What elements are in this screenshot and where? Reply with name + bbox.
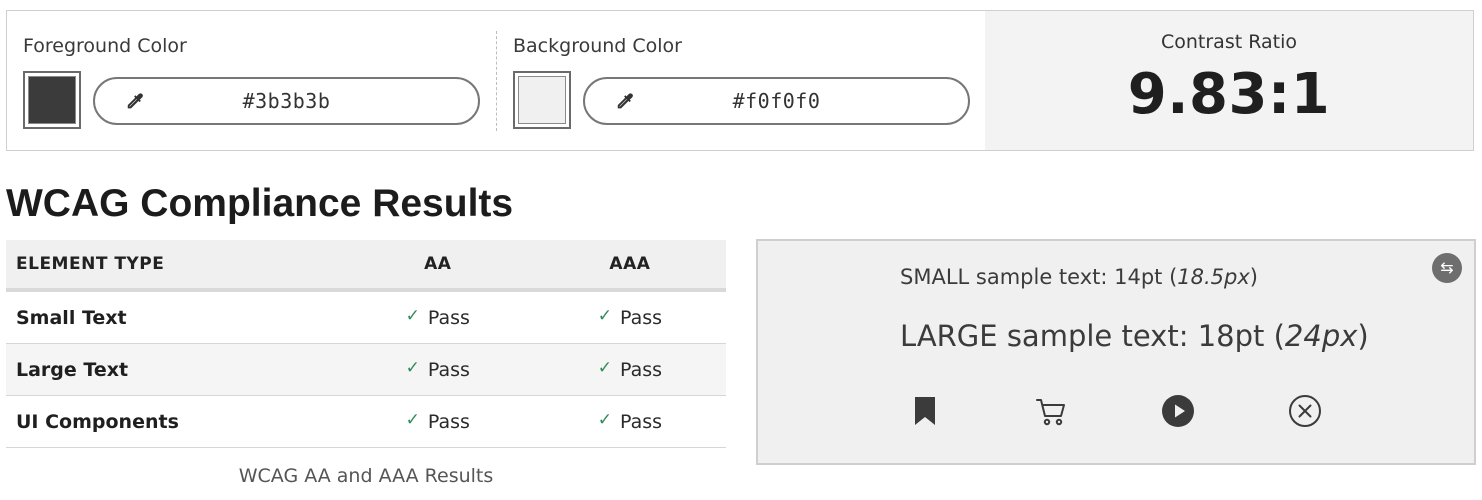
small-sample-text: SMALL sample text: 14pt (18.5px) [900, 265, 1258, 289]
large-sample-suffix: ) [1357, 319, 1369, 353]
column-header-element-type: ELEMENT TYPE [6, 240, 342, 292]
background-swatch-color [518, 76, 566, 124]
small-sample-prefix: SMALL sample text: 14pt ( [900, 265, 1178, 289]
large-sample-prefix: LARGE sample text: 18pt ( [900, 319, 1285, 353]
check-icon: ✓ [597, 357, 613, 378]
aa-result-text: Pass [427, 410, 470, 433]
divider [496, 31, 497, 131]
results-heading: WCAG Compliance Results [6, 182, 514, 225]
table-row: Small Text ✓ Pass ✓ Pass [6, 290, 726, 344]
table-header-row: ELEMENT TYPE AA AAA [6, 240, 726, 292]
background-swatch[interactable] [513, 71, 571, 129]
table-caption: WCAG AA and AAA Results [238, 465, 494, 487]
foreground-hex-input[interactable]: #3b3b3b [93, 77, 480, 125]
aa-result-cell: ✓ Pass [341, 343, 534, 396]
table-row: Large Text ✓ Pass ✓ Pass [6, 343, 726, 396]
small-sample-px: 18.5px [1177, 265, 1250, 289]
aa-result-text: Pass [427, 306, 470, 329]
color-picker-panel: Foreground Color #3b3b3b Background Colo… [6, 10, 1474, 151]
background-hex-value: #f0f0f0 [732, 89, 821, 113]
column-header-aaa: AAA [533, 240, 726, 292]
play-icon [1161, 394, 1195, 428]
check-icon: ✓ [405, 305, 420, 326]
background-color-label: Background Color [513, 35, 682, 57]
element-type-cell: UI Components [6, 395, 342, 448]
column-header-aa: AA [341, 240, 534, 292]
aaa-result-text: Pass [620, 410, 663, 433]
aa-result-text: Pass [427, 358, 470, 381]
large-sample-text: LARGE sample text: 18pt (24px) [900, 319, 1369, 353]
check-icon: ✓ [597, 409, 613, 430]
aa-result-cell: ✓ Pass [341, 395, 534, 448]
aaa-result-cell: ✓ Pass [533, 343, 726, 396]
cart-icon [1034, 394, 1068, 428]
table-row: UI Components ✓ Pass ✓ Pass [6, 395, 726, 448]
close-circle-icon [1288, 394, 1322, 428]
aa-result-cell: ✓ Pass [341, 290, 534, 344]
sample-preview: ⇆ SMALL sample text: 14pt (18.5px) LARGE… [756, 239, 1476, 465]
foreground-hex-value: #3b3b3b [242, 89, 331, 113]
aaa-result-cell: ✓ Pass [533, 395, 726, 448]
foreground-swatch-color [28, 76, 76, 124]
small-sample-suffix: ) [1249, 265, 1258, 289]
foreground-swatch[interactable] [23, 71, 81, 129]
foreground-color-label: Foreground Color [23, 35, 187, 57]
swap-colors-button[interactable]: ⇆ [1432, 253, 1462, 283]
aaa-result-text: Pass [620, 358, 663, 381]
results-table: ELEMENT TYPE AA AAA Small Text ✓ Pass ✓ Pa… [6, 240, 726, 448]
bookmark-icon [908, 394, 942, 428]
aaa-result-text: Pass [620, 306, 663, 329]
swap-icon: ⇆ [1440, 258, 1454, 277]
check-icon: ✓ [405, 409, 420, 430]
check-icon: ✓ [597, 305, 613, 326]
contrast-ratio-label: Contrast Ratio [1160, 31, 1297, 53]
contrast-ratio-value: 9.83:1 [1127, 62, 1331, 127]
element-type-cell: Small Text [6, 290, 342, 344]
contrast-ratio-box: Contrast Ratio 9.83:1 [985, 11, 1473, 150]
background-hex-input[interactable]: #f0f0f0 [583, 77, 970, 125]
check-icon: ✓ [405, 357, 420, 378]
aaa-result-cell: ✓ Pass [533, 290, 726, 344]
large-sample-px: 24px [1284, 319, 1358, 353]
element-type-cell: Large Text [6, 343, 342, 396]
